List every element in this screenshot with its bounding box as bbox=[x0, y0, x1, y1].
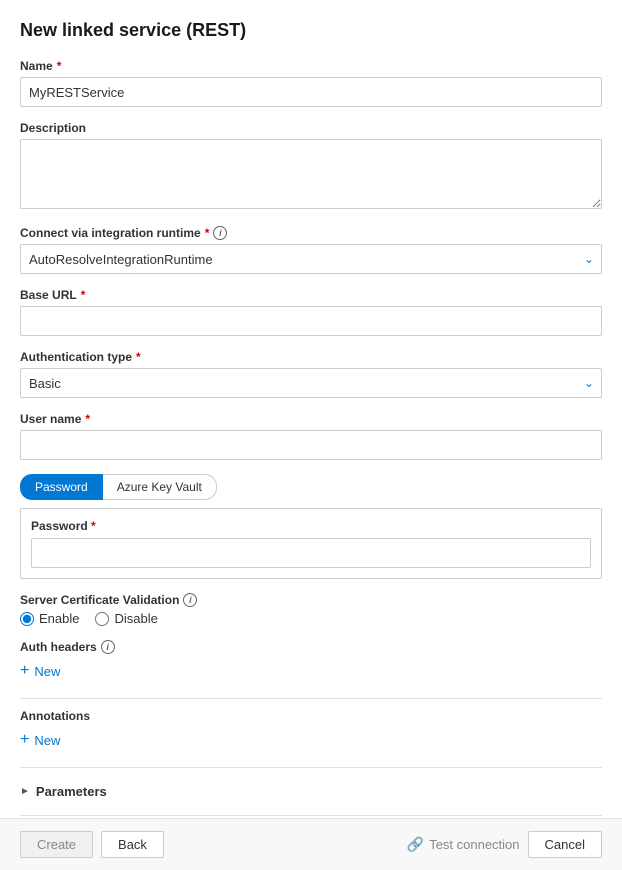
password-group: Password Azure Key Vault Password * bbox=[20, 474, 602, 579]
footer-bar: Create Back 🔗 Test connection Cancel bbox=[0, 818, 622, 870]
password-tab-button[interactable]: Password bbox=[20, 474, 103, 500]
divider-1 bbox=[20, 698, 602, 699]
disable-radio[interactable] bbox=[95, 612, 109, 626]
runtime-group: Connect via integration runtime * i Auto… bbox=[20, 226, 602, 274]
name-input[interactable] bbox=[20, 77, 602, 107]
server-cert-info-icon[interactable]: i bbox=[183, 593, 197, 607]
description-input[interactable] bbox=[20, 139, 602, 209]
add-auth-header-plus-icon: + bbox=[20, 662, 29, 680]
auth-type-group: Authentication type * Basic ⌄ bbox=[20, 350, 602, 398]
back-button[interactable]: Back bbox=[101, 831, 164, 858]
enable-radio-label[interactable]: Enable bbox=[20, 611, 79, 626]
base-url-required: * bbox=[81, 288, 86, 302]
description-label: Description bbox=[20, 121, 602, 135]
annotations-label: Annotations bbox=[20, 709, 602, 723]
password-field-label: Password * bbox=[31, 519, 591, 533]
runtime-select[interactable]: AutoResolveIntegrationRuntime bbox=[20, 244, 602, 274]
password-box: Password * bbox=[20, 508, 602, 579]
base-url-group: Base URL * bbox=[20, 288, 602, 336]
name-required: * bbox=[57, 59, 62, 73]
name-label: Name * bbox=[20, 59, 602, 73]
name-group: Name * bbox=[20, 59, 602, 107]
divider-3 bbox=[20, 815, 602, 816]
password-input[interactable] bbox=[31, 538, 591, 568]
password-toggle-group: Password Azure Key Vault bbox=[20, 474, 602, 500]
runtime-required: * bbox=[205, 226, 210, 240]
server-cert-radio-group: Enable Disable bbox=[20, 611, 602, 626]
auth-headers-info-icon[interactable]: i bbox=[101, 640, 115, 654]
cancel-button[interactable]: Cancel bbox=[528, 831, 602, 858]
test-connection-icon: 🔗 bbox=[407, 836, 424, 853]
add-annotation-plus-icon: + bbox=[20, 731, 29, 749]
auth-headers-label: Auth headers i bbox=[20, 640, 602, 654]
akv-tab-button[interactable]: Azure Key Vault bbox=[103, 474, 217, 500]
runtime-label: Connect via integration runtime * i bbox=[20, 226, 602, 240]
enable-radio[interactable] bbox=[20, 612, 34, 626]
disable-radio-label[interactable]: Disable bbox=[95, 611, 157, 626]
auth-type-required: * bbox=[136, 350, 141, 364]
page-title: New linked service (REST) bbox=[20, 20, 602, 41]
username-label: User name * bbox=[20, 412, 602, 426]
parameters-chevron-icon: ► bbox=[20, 786, 30, 797]
parameters-label: Parameters bbox=[36, 784, 107, 799]
divider-2 bbox=[20, 767, 602, 768]
runtime-info-icon[interactable]: i bbox=[213, 226, 227, 240]
description-group: Description bbox=[20, 121, 602, 212]
auth-type-label: Authentication type * bbox=[20, 350, 602, 364]
auth-type-select[interactable]: Basic bbox=[20, 368, 602, 398]
test-connection-label: Test connection bbox=[429, 837, 519, 852]
runtime-select-wrapper: AutoResolveIntegrationRuntime ⌄ bbox=[20, 244, 602, 274]
password-required: * bbox=[91, 519, 96, 533]
server-cert-group: Server Certificate Validation i Enable D… bbox=[20, 593, 602, 626]
create-button[interactable]: Create bbox=[20, 831, 93, 858]
auth-type-select-wrapper: Basic ⌄ bbox=[20, 368, 602, 398]
add-annotation-button[interactable]: + New bbox=[20, 727, 60, 753]
parameters-section[interactable]: ► Parameters bbox=[20, 778, 602, 805]
username-required: * bbox=[85, 412, 90, 426]
base-url-label: Base URL * bbox=[20, 288, 602, 302]
test-connection-button[interactable]: 🔗 Test connection bbox=[407, 836, 520, 853]
username-group: User name * bbox=[20, 412, 602, 460]
annotations-group: Annotations + New bbox=[20, 709, 602, 753]
add-auth-header-button[interactable]: + New bbox=[20, 658, 60, 684]
auth-headers-group: Auth headers i + New bbox=[20, 640, 602, 684]
base-url-input[interactable] bbox=[20, 306, 602, 336]
server-cert-label: Server Certificate Validation i bbox=[20, 593, 602, 607]
username-input[interactable] bbox=[20, 430, 602, 460]
